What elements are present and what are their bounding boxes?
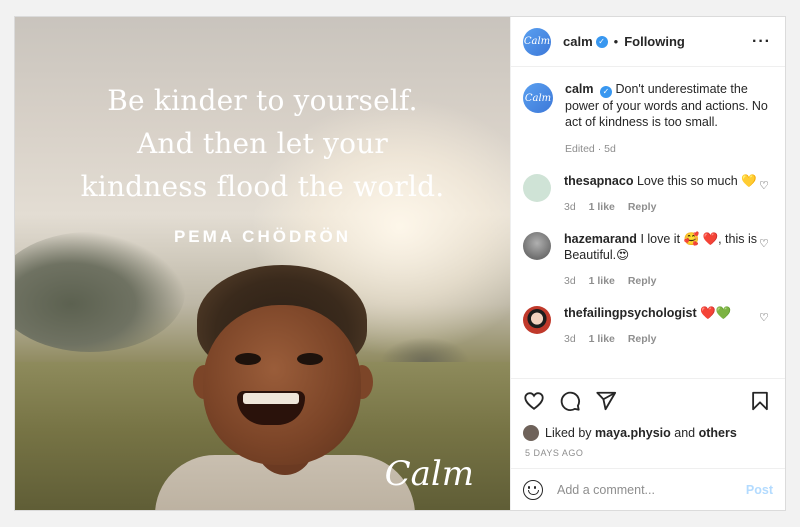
smiling-child bbox=[155, 265, 415, 510]
avatar[interactable] bbox=[523, 306, 551, 334]
post-comment-button[interactable]: Post bbox=[746, 483, 773, 497]
likes-summary: Liked by maya.physio and others bbox=[511, 422, 785, 444]
avatar[interactable] bbox=[523, 174, 551, 202]
caption-text: Don't underestimate the power of your wo… bbox=[565, 82, 768, 129]
post-sidebar: Calm calm ✓ • Following ··· Calm calm ✓ … bbox=[510, 17, 785, 510]
child-eye bbox=[235, 353, 261, 365]
post-image[interactable]: Be kinder to yourself. And then let your… bbox=[15, 17, 510, 510]
avatar[interactable]: Calm bbox=[523, 27, 551, 56]
comment-likes[interactable]: 1 like bbox=[589, 333, 615, 345]
comment-item: hazemarand I love it 🥰 ❤️, this is Beaut… bbox=[523, 231, 771, 289]
child-eye bbox=[297, 353, 323, 365]
comment-username[interactable]: hazemarand bbox=[564, 232, 637, 246]
likes-others-link[interactable]: others bbox=[699, 426, 737, 440]
likes-prefix: Liked by bbox=[545, 426, 592, 440]
following-button[interactable]: Following bbox=[624, 34, 685, 49]
quote-line: kindness flood the world. bbox=[80, 170, 445, 203]
caption-meta: Edited · 5d bbox=[565, 143, 616, 155]
add-comment-bar: Post bbox=[511, 468, 785, 510]
comment-age: 3d bbox=[564, 201, 576, 213]
calm-logo: Calm bbox=[384, 454, 474, 494]
avatar[interactable]: Calm bbox=[523, 83, 553, 113]
post-caption: Calm calm ✓ Don't underestimate the powe… bbox=[523, 81, 771, 157]
comment-bubble-icon[interactable] bbox=[559, 390, 581, 412]
caption-username[interactable]: calm bbox=[565, 82, 594, 96]
like-comment-heart-icon[interactable]: ♡ bbox=[759, 311, 771, 324]
header-username[interactable]: calm bbox=[563, 34, 593, 49]
share-paper-plane-icon[interactable] bbox=[595, 390, 617, 412]
comment-age: 3d bbox=[564, 333, 576, 345]
background-tree bbox=[15, 232, 185, 352]
quote-author: PEMA CHÖDRÖN bbox=[173, 227, 352, 246]
comment-likes[interactable]: 1 like bbox=[589, 275, 615, 287]
like-heart-icon[interactable] bbox=[523, 390, 545, 412]
comment-text: ❤️💚 bbox=[700, 306, 732, 320]
quote-line: Be kinder to yourself. bbox=[107, 84, 418, 117]
action-bar bbox=[511, 378, 785, 422]
comment-item: thesapnaco Love this so much 💛 3d 1 like… bbox=[523, 173, 771, 215]
comment-username[interactable]: thesapnaco bbox=[564, 174, 633, 188]
save-bookmark-icon[interactable] bbox=[749, 390, 771, 412]
separator: • bbox=[613, 34, 619, 49]
quote-text: Be kinder to yourself. And then let your… bbox=[15, 79, 510, 208]
reply-button[interactable]: Reply bbox=[628, 201, 657, 213]
liker-username[interactable]: maya.physio bbox=[595, 426, 671, 440]
liker-avatar[interactable] bbox=[523, 425, 539, 441]
comments-section: Calm calm ✓ Don't underestimate the powe… bbox=[511, 67, 785, 378]
post-header: Calm calm ✓ • Following ··· bbox=[511, 17, 785, 67]
post-timestamp: 5 DAYS AGO bbox=[525, 448, 584, 458]
emoji-icon[interactable] bbox=[523, 479, 543, 500]
verified-badge-icon: ✓ bbox=[595, 35, 608, 48]
comment-text: Love this so much 💛 bbox=[636, 174, 757, 188]
avatar[interactable] bbox=[523, 232, 551, 260]
like-comment-heart-icon[interactable]: ♡ bbox=[759, 237, 771, 250]
comment-item: thefailingpsychologist ❤️💚 3d 1 like Rep… bbox=[523, 305, 771, 347]
comment-likes[interactable]: 1 like bbox=[589, 201, 615, 213]
verified-badge-icon: ✓ bbox=[599, 86, 612, 98]
reply-button[interactable]: Reply bbox=[628, 333, 657, 345]
comment-username[interactable]: thefailingpsychologist bbox=[564, 306, 697, 320]
comment-age: 3d bbox=[564, 275, 576, 287]
comment-input[interactable] bbox=[557, 482, 746, 497]
like-comment-heart-icon[interactable]: ♡ bbox=[759, 179, 771, 192]
child-face bbox=[203, 305, 361, 465]
quote-line: And then let your bbox=[136, 127, 389, 160]
more-options-icon[interactable]: ··· bbox=[752, 33, 771, 51]
reply-button[interactable]: Reply bbox=[628, 275, 657, 287]
likes-joiner: and bbox=[674, 426, 696, 440]
instagram-post: Be kinder to yourself. And then let your… bbox=[14, 16, 786, 511]
